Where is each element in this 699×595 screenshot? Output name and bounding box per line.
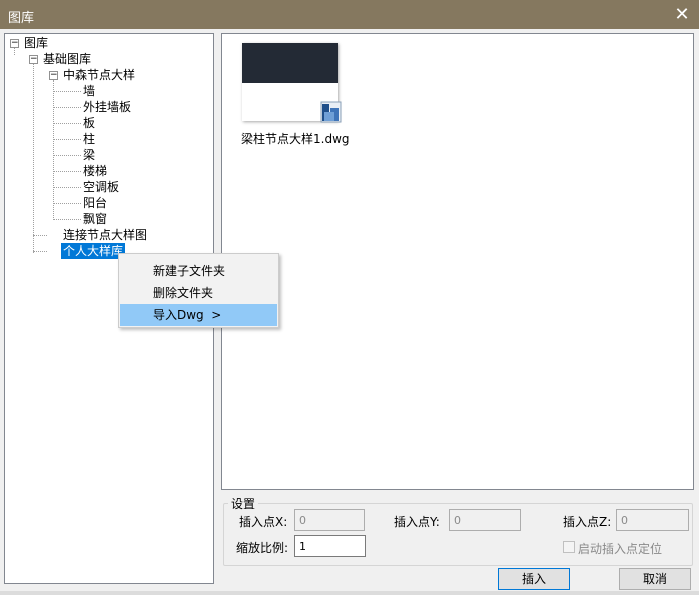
thumbnail-image: [242, 43, 338, 83]
file-name-label: 梁柱节点大样1.dwg: [241, 132, 350, 146]
tree-item-balcony[interactable]: 阳台: [83, 195, 107, 211]
tree-line: [33, 64, 34, 253]
tree-line: [33, 251, 47, 252]
tree-line: [14, 48, 15, 55]
preview-panel[interactable]: 梁柱节点大样1.dwg: [221, 33, 694, 490]
insert-button[interactable]: 插入: [498, 568, 570, 590]
tree-line: [53, 91, 81, 92]
tree-line: [53, 107, 81, 108]
auto-locate-label: 启动插入点定位: [578, 542, 663, 556]
tree-node-connection[interactable]: 连接节点大样图: [63, 227, 147, 243]
tree-item-external-wall-panel[interactable]: 外挂墙板: [83, 99, 131, 115]
minus-box-icon[interactable]: −: [29, 55, 38, 64]
tree-line: [53, 155, 81, 156]
insert-z-field: [616, 509, 689, 531]
menu-item-delete-folder[interactable]: 删除文件夹: [120, 282, 277, 304]
tree-line: [53, 80, 54, 218]
tree-node-basic[interactable]: 基础图库: [43, 51, 91, 67]
menu-item-import-dwg[interactable]: 导入Dwg >: [120, 304, 277, 326]
cancel-button[interactable]: 取消: [619, 568, 691, 590]
tree-line: [53, 139, 81, 140]
context-menu: 新建子文件夹 删除文件夹 导入Dwg >: [118, 253, 279, 328]
minus-box-icon[interactable]: −: [10, 39, 19, 48]
insert-y-field: [449, 509, 521, 531]
scale-label: 缩放比例:: [236, 541, 289, 555]
tree-item-stairs[interactable]: 楼梯: [83, 163, 107, 179]
tree-item-ac-panel[interactable]: 空调板: [83, 179, 119, 195]
dwg-file-icon: [320, 101, 342, 123]
scale-field[interactable]: [294, 535, 366, 557]
auto-locate-checkbox: [563, 541, 575, 553]
insert-x-label: 插入点X:: [239, 515, 288, 529]
tree-item-slab[interactable]: 板: [83, 115, 95, 131]
tree-line: [53, 187, 81, 188]
tree-line: [53, 219, 81, 220]
title-bar: 图库 ✕: [0, 0, 699, 29]
insert-y-label: 插入点Y:: [394, 515, 440, 529]
tree-line: [53, 123, 81, 124]
tree-line: [53, 171, 81, 172]
tree-item-column[interactable]: 柱: [83, 131, 95, 147]
minus-box-icon[interactable]: −: [49, 71, 58, 80]
tree-node-root[interactable]: 图库: [24, 35, 48, 51]
tree-item-bay-window[interactable]: 飘窗: [83, 211, 107, 227]
tree-node-personal[interactable]: 个人大样库: [61, 243, 126, 259]
close-icon[interactable]: ✕: [665, 0, 699, 29]
tree-node-zhongsen[interactable]: 中森节点大样: [63, 67, 135, 83]
menu-item-new-subfolder[interactable]: 新建子文件夹: [120, 260, 277, 282]
window-title: 图库: [8, 11, 35, 26]
dwg-thumbnail[interactable]: [242, 43, 342, 123]
tree-line: [33, 235, 47, 236]
settings-group-title: 设置: [228, 495, 259, 512]
tree-item-beam[interactable]: 梁: [83, 147, 95, 163]
bottom-strip: [0, 591, 699, 595]
tree-item-wall[interactable]: 墙: [83, 83, 95, 99]
insert-x-field: [294, 509, 365, 531]
insert-z-label: 插入点Z:: [563, 515, 612, 529]
tree-line: [53, 203, 81, 204]
